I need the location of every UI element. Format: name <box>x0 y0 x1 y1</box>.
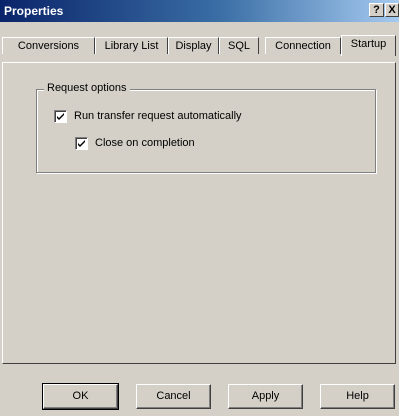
run-transfer-label: Run transfer request automatically <box>74 110 242 122</box>
tab-label: Connection <box>275 40 331 52</box>
tab-connection[interactable]: Connection <box>265 37 341 54</box>
request-options-group <box>36 89 376 173</box>
tab-label: Startup <box>350 38 387 50</box>
tab-strip: Conversions Library List Display SQL Con… <box>0 28 399 56</box>
request-options-label: Request options <box>44 82 130 94</box>
checkbox-box[interactable] <box>54 110 67 123</box>
tab-label: Display <box>175 40 212 52</box>
tab-label: Library List <box>104 40 159 52</box>
ok-button[interactable]: OK <box>42 383 119 410</box>
tab-library-list[interactable]: Library List <box>95 37 168 54</box>
close-icon: X <box>388 4 396 16</box>
window-title: Properties <box>4 4 64 18</box>
tab-display[interactable]: Display <box>168 37 219 54</box>
title-bar[interactable]: Properties ? X <box>0 0 399 22</box>
cancel-button[interactable]: Cancel <box>136 384 211 409</box>
question-mark-icon: ? <box>373 4 380 16</box>
checkmark-icon <box>57 113 64 120</box>
tab-label: Conversions <box>17 40 80 52</box>
checkmark-icon <box>78 140 85 147</box>
help-button[interactable]: Help <box>320 384 395 409</box>
close-on-completion-label: Close on completion <box>95 137 195 149</box>
help-icon-button[interactable]: ? <box>369 3 384 17</box>
tab-conversions[interactable]: Conversions <box>2 37 95 54</box>
tab-sql[interactable]: SQL <box>219 37 259 54</box>
tab-startup[interactable]: Startup <box>341 35 396 56</box>
close-button[interactable]: X <box>385 3 399 17</box>
apply-button[interactable]: Apply <box>228 384 303 409</box>
checkbox-box[interactable] <box>75 137 88 150</box>
tab-label: SQL <box>227 40 250 52</box>
properties-dialog: Properties ? X Conversions Library List … <box>0 0 399 416</box>
